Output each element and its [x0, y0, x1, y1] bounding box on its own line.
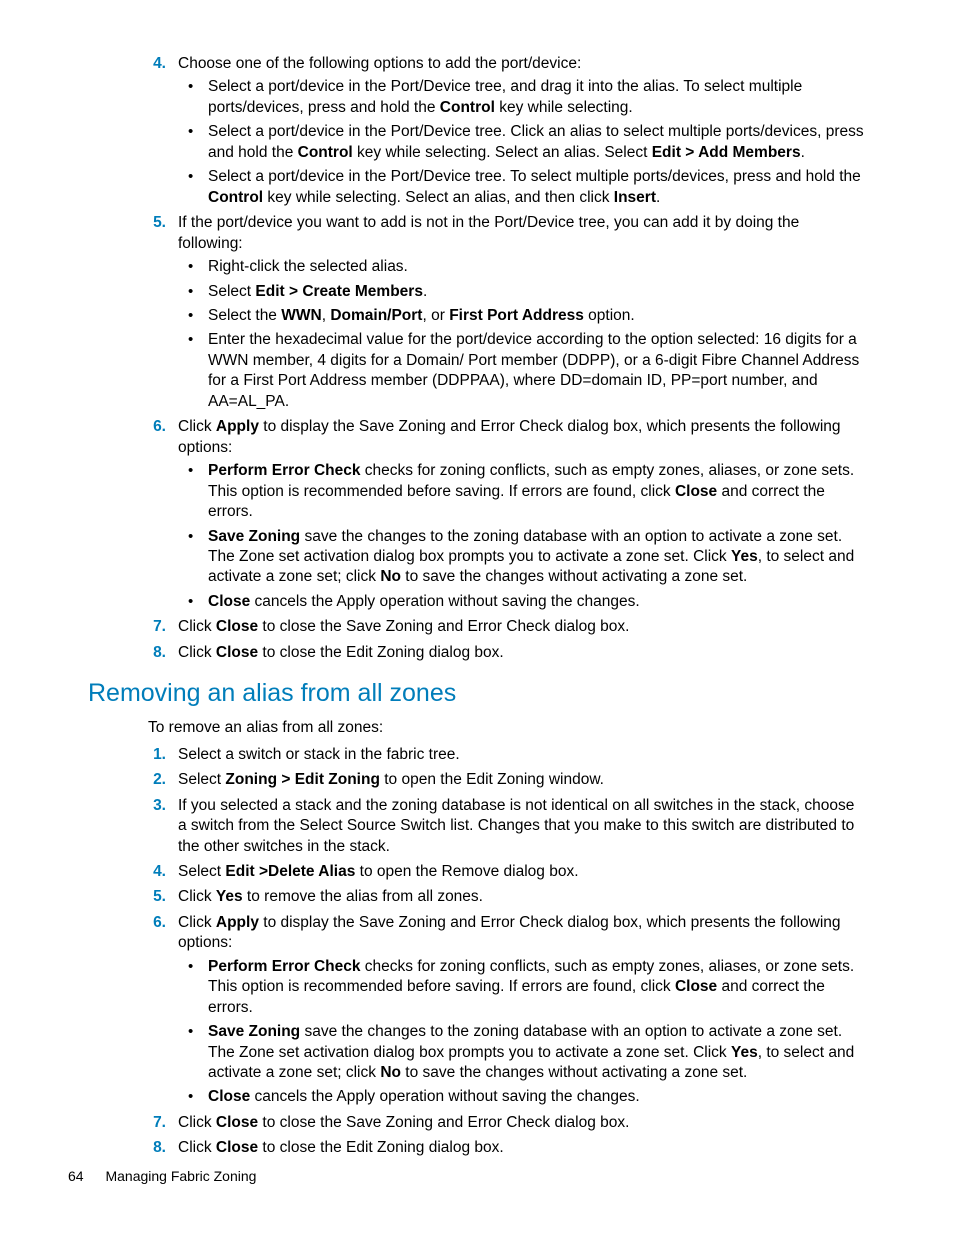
sub-list-item: Select a port/device in the Port/Device …	[178, 167, 866, 208]
item-number: 4.	[148, 862, 166, 882]
list-item: 4. Choose one of the following options to…	[88, 54, 866, 208]
item-number: 3.	[148, 796, 166, 816]
page-content: 4. Choose one of the following options to…	[0, 0, 954, 1159]
sub-list: Perform Error Check checks for zoning co…	[178, 461, 866, 612]
list-item: 7. Click Close to close the Save Zoning a…	[88, 617, 866, 637]
sub-list-item: Select a port/device in the Port/Device …	[178, 122, 866, 163]
sub-list-item: Close cancels the Apply operation withou…	[178, 592, 866, 612]
item-number: 5.	[148, 213, 166, 233]
sub-list-item: Select the WWN, Domain/Port, or First Po…	[178, 306, 866, 326]
page-footer: 64 Managing Fabric Zoning	[68, 1167, 256, 1185]
item-body: Click Close to close the Save Zoning and…	[178, 1113, 866, 1133]
sub-list-item: Select Edit > Create Members.	[178, 282, 866, 302]
list-item: 7. Click Close to close the Save Zoning a…	[88, 1113, 866, 1133]
item-body: Click Close to close the Save Zoning and…	[178, 617, 866, 637]
item-body: Select Edit >Delete Alias to open the Re…	[178, 862, 866, 882]
item-number: 1.	[148, 745, 166, 765]
item-number: 8.	[148, 1138, 166, 1158]
item-body: Select a switch or stack in the fabric t…	[178, 745, 866, 765]
item-number: 2.	[148, 770, 166, 790]
list-item: 5. If the port/device you want to add is …	[88, 213, 866, 412]
item-number: 8.	[148, 643, 166, 663]
sub-list: Perform Error Check checks for zoning co…	[178, 957, 866, 1108]
sub-list-item: Save Zoning save the changes to the zoni…	[178, 527, 866, 588]
item-number: 6.	[148, 417, 166, 437]
sub-list-item: Perform Error Check checks for zoning co…	[178, 957, 866, 1018]
sub-list-item: Right-click the selected alias.	[178, 257, 866, 277]
item-body: If you selected a stack and the zoning d…	[178, 796, 866, 857]
item-body: Select Zoning > Edit Zoning to open the …	[178, 770, 866, 790]
list-item: 3. If you selected a stack and the zoning…	[88, 796, 866, 857]
list-item: 6. Click Apply to display the Save Zoning…	[88, 913, 866, 1108]
list-item: 5. Click Yes to remove the alias from all…	[88, 887, 866, 907]
section-heading: Removing an alias from all zones	[88, 677, 866, 710]
list-item: 4. Select Edit >Delete Alias to open the …	[88, 862, 866, 882]
item-body: Click Apply to display the Save Zoning a…	[178, 417, 866, 458]
item-number: 5.	[148, 887, 166, 907]
ordered-list-1: 4. Choose one of the following options to…	[88, 54, 866, 663]
item-body: If the port/device you want to add is no…	[178, 213, 866, 254]
list-item: 2. Select Zoning > Edit Zoning to open th…	[88, 770, 866, 790]
item-body: Click Apply to display the Save Zoning a…	[178, 913, 866, 954]
list-item: 8. Click Close to close the Edit Zoning d…	[88, 643, 866, 663]
list-item: 8. Click Close to close the Edit Zoning d…	[88, 1138, 866, 1158]
page-number: 64	[68, 1168, 84, 1184]
item-number: 6.	[148, 913, 166, 933]
intro-text: To remove an alias from all zones:	[148, 718, 866, 738]
sub-list-item: Enter the hexadecimal value for the port…	[178, 330, 866, 412]
item-number: 4.	[148, 54, 166, 74]
item-number: 7.	[148, 617, 166, 637]
sub-list-item: Select a port/device in the Port/Device …	[178, 77, 866, 118]
item-body: Choose one of the following options to a…	[178, 54, 866, 74]
item-body: Click Close to close the Edit Zoning dia…	[178, 643, 866, 663]
sub-list-item: Close cancels the Apply operation withou…	[178, 1087, 866, 1107]
sub-list-item: Save Zoning save the changes to the zoni…	[178, 1022, 866, 1083]
item-body: Click Close to close the Edit Zoning dia…	[178, 1138, 866, 1158]
list-item: 1. Select a switch or stack in the fabric…	[88, 745, 866, 765]
list-item: 6. Click Apply to display the Save Zoning…	[88, 417, 866, 612]
footer-title: Managing Fabric Zoning	[105, 1168, 256, 1184]
item-body: Click Yes to remove the alias from all z…	[178, 887, 866, 907]
sub-list: Right-click the selected alias. Select Ed…	[178, 257, 866, 412]
item-number: 7.	[148, 1113, 166, 1133]
ordered-list-2: 1. Select a switch or stack in the fabric…	[88, 745, 866, 1159]
sub-list-item: Perform Error Check checks for zoning co…	[178, 461, 866, 522]
sub-list: Select a port/device in the Port/Device …	[178, 77, 866, 208]
